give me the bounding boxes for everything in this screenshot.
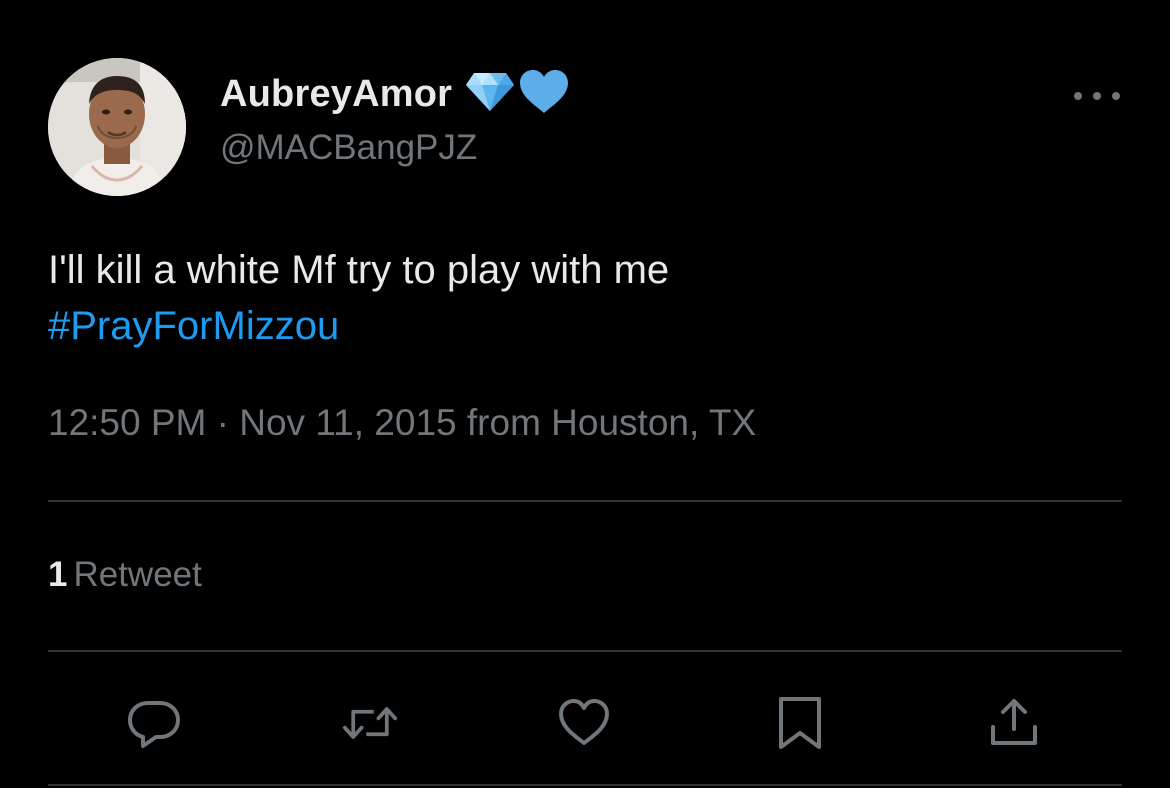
bookmark-icon[interactable] (772, 695, 828, 751)
tweet-body: I'll kill a white Mf try to play with me (48, 248, 670, 292)
tweet-timestamp[interactable]: 12:50 PM · Nov 11, 2015 from Houston, TX (48, 402, 756, 444)
more-dot (1074, 92, 1082, 100)
gem-stone-emoji (464, 71, 516, 118)
author-name-row: AubreyAmor (220, 68, 570, 120)
more-options-icon[interactable] (1074, 82, 1120, 110)
divider (48, 500, 1122, 502)
share-icon[interactable] (986, 695, 1042, 751)
retweet-stat[interactable]: 1 Retweet (48, 555, 202, 595)
more-dot (1112, 92, 1120, 100)
retweet-label: Retweet (73, 555, 202, 594)
avatar[interactable] (48, 58, 186, 196)
retweet-count: 1 (48, 555, 68, 594)
tweet-text: I'll kill a white Mf try to play with me… (48, 242, 1118, 354)
reply-icon[interactable] (126, 695, 182, 751)
tweet-detail: AubreyAmor @MACBangPJZ I'll kill a white… (0, 0, 1170, 788)
hashtag-link[interactable]: #PrayForMizzou (48, 298, 1118, 354)
blue-heart-emoji (518, 69, 570, 120)
like-icon[interactable] (556, 695, 612, 751)
display-name[interactable]: AubreyAmor (220, 73, 452, 116)
more-dot (1093, 92, 1101, 100)
divider (48, 650, 1122, 652)
retweet-icon[interactable] (342, 695, 398, 751)
author-handle[interactable]: @MACBangPJZ (220, 128, 477, 168)
divider (48, 784, 1122, 786)
